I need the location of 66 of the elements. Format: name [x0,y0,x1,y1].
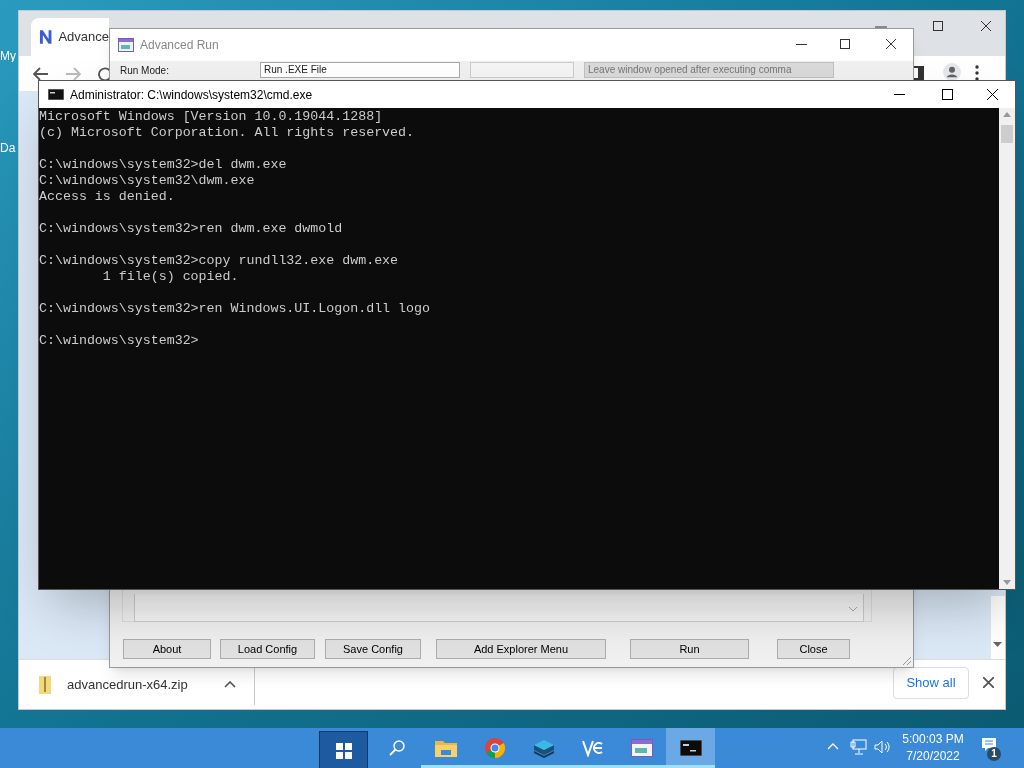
close-icon[interactable] [987,89,998,100]
console-line: C:\windows\system32> [39,333,199,349]
console-line: 1 file(s) copied. [101,269,239,285]
download-filename[interactable]: advancedrun-x64.zip [67,674,188,695]
browser-logo-icon [484,738,505,758]
dialog-button[interactable]: Add Explorer Menu [436,639,606,659]
dialog-button[interactable]: About [123,639,211,659]
stacked-layers-icon [532,738,555,758]
browser-tab[interactable]: Advance [31,18,109,56]
extension-icon[interactable] [912,66,924,80]
console-icon [679,740,702,756]
resize-grip-icon[interactable] [902,656,912,666]
network-icon[interactable] [850,739,867,755]
maximize-icon[interactable] [942,89,953,100]
caret-up-icon[interactable] [223,681,236,688]
clock-date[interactable]: 7/20/2022 [906,748,960,765]
run-mode-label: Run Mode: [120,63,170,78]
taskbar-button[interactable] [666,728,715,768]
folder-icon [434,739,457,757]
dialog-button[interactable]: Save Config [325,639,421,659]
scroll-down-icon[interactable] [993,642,1002,647]
minimize-icon[interactable] [894,94,905,96]
profile-icon[interactable] [943,63,961,81]
ve-logo-icon [581,739,604,757]
dialog-button[interactable]: Close [777,639,850,659]
scrollbar[interactable] [999,108,1015,589]
console-line: C:\windows\system32>del dwm.exe [39,157,287,173]
console-line: C:\windows\system32\dwm.exe [39,173,255,189]
window-title: Advanced Run [140,37,219,54]
console-line: C:\windows\system32>copy rundll32.exe dwm.exe [39,253,399,269]
run-mode-dropdown[interactable]: Run .EXE File [260,62,460,78]
scroll-thumb[interactable] [1001,125,1013,143]
tab-title: Advance [58,28,109,47]
scrollbar[interactable] [991,596,1005,661]
app-window-icon [118,37,134,53]
back-arrow-icon[interactable] [33,66,49,81]
maximize-icon[interactable] [933,21,943,31]
close-icon[interactable] [981,21,991,31]
console-line: Access is denied. [39,189,175,205]
window-title: Administrator: C:\windows\system32\cmd.exe [70,86,313,104]
maximize-icon[interactable] [840,39,850,49]
letter-n-icon [39,29,53,45]
desktop-icon-label: Da [0,142,17,154]
minimize-icon[interactable] [796,44,807,46]
dialog-button[interactable]: Run [630,639,749,659]
close-icon[interactable] [983,677,994,688]
taskbar-button[interactable] [319,731,368,768]
zip-file-icon [39,675,51,694]
console-line: C:\windows\system32>ren Windows.UI.Logon.dll logo [39,301,430,317]
console-line: Microsoft Windows [Version 10.0.19044.1288] [39,109,383,125]
desktop-icon-label: My [0,50,17,62]
more-menu-icon[interactable] [975,65,979,81]
close-icon[interactable] [886,39,896,49]
forward-arrow-icon[interactable] [65,66,81,81]
console-icon [48,89,64,100]
console-line: C:\windows\system32>ren dwm.exe dwmold [39,221,343,237]
leave-window-option: Leave window opened after executing comma [584,62,834,78]
show-all-button[interactable]: Show all [893,667,969,699]
clock-time[interactable]: 5:00:03 PM [902,731,964,748]
volume-icon[interactable] [874,739,891,755]
dialog-button[interactable]: Load Config [220,639,315,659]
app-window-icon [630,738,653,758]
console-line: (c) Microsoft Corporation. All rights reserved. [39,125,415,141]
search-icon [387,739,406,757]
notification-badge: 1 [987,747,1001,761]
start-icon [335,743,352,759]
